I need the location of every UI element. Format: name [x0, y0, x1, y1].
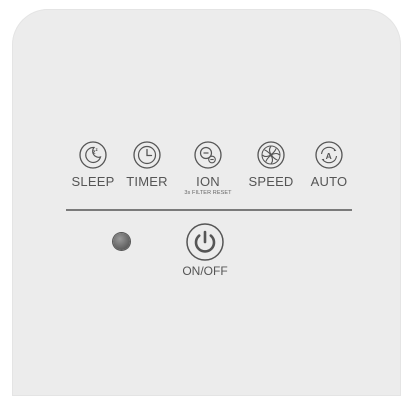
auto-button[interactable]: A AUTO — [297, 140, 361, 189]
clock-icon — [133, 141, 161, 169]
speed-button[interactable]: SPEED — [239, 140, 303, 189]
timer-button[interactable]: TIMER — [115, 140, 179, 189]
timer-label: TIMER — [126, 174, 168, 189]
control-panel-screen: z z SLEEP TIMER ION 3s FILTER RESET SPEE… — [0, 0, 401, 396]
panel-divider — [66, 209, 352, 211]
status-led — [113, 233, 130, 250]
ion-button[interactable]: ION 3s FILTER RESET — [176, 140, 240, 196]
auto-a-icon: A — [315, 141, 343, 169]
ion-icon — [194, 141, 222, 169]
sleep-moon-icon: z z — [79, 141, 107, 169]
auto-label: AUTO — [310, 174, 348, 189]
ion-label: ION — [196, 174, 220, 189]
power-button[interactable]: ON/OFF — [178, 222, 232, 278]
svg-text:z: z — [96, 147, 99, 152]
power-label: ON/OFF — [182, 264, 228, 278]
svg-text:A: A — [326, 151, 332, 161]
fan-icon — [257, 141, 285, 169]
control-panel — [12, 9, 401, 396]
speed-label: SPEED — [248, 174, 294, 189]
filter-reset-hint: 3s FILTER RESET — [184, 190, 232, 196]
power-icon — [186, 223, 224, 261]
